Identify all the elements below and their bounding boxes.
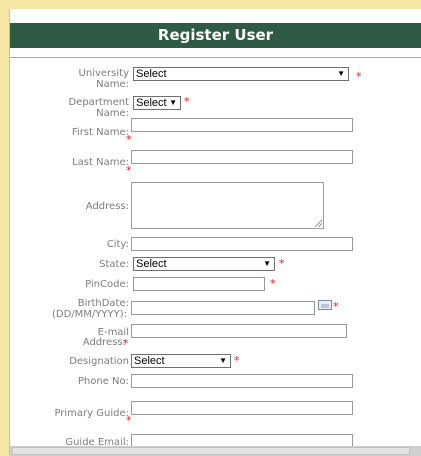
phone-label: Phone No: (77, 376, 129, 387)
last-name-label-wrap: Last Name: (10, 157, 129, 169)
city-label: City: (106, 239, 129, 250)
calendar-icon[interactable] (318, 300, 332, 310)
phone-input[interactable] (131, 374, 353, 388)
scrollbar-thumb[interactable] (12, 447, 410, 455)
resize-grip-icon[interactable] (315, 220, 322, 227)
last-name-input[interactable] (131, 150, 353, 164)
university-label: University Name: (78, 68, 129, 90)
address-textarea[interactable] (131, 182, 324, 229)
university-select-value: Select (136, 68, 167, 80)
required-mark: * (270, 277, 276, 290)
city-input[interactable] (131, 237, 353, 251)
required-mark: * (126, 164, 132, 177)
birthdate-format-label: (DD/MM/YYYY): (52, 309, 127, 320)
pincode-label: PinCode: (85, 279, 129, 290)
designation-label-wrap: Designation (10, 356, 129, 368)
required-mark: * (126, 414, 132, 427)
chevron-down-icon: ▼ (337, 69, 345, 78)
required-mark: * (184, 95, 190, 108)
required-mark: * (123, 337, 129, 350)
required-mark: * (234, 354, 240, 367)
department-select[interactable]: Select ▼ (133, 96, 181, 110)
divider (10, 57, 421, 58)
chevron-down-icon: ▼ (219, 356, 227, 365)
state-select-value: Select (136, 258, 167, 270)
top-strip (10, 9, 421, 23)
register-panel: Register User University Name: Select ▼ … (9, 9, 421, 456)
horizontal-scrollbar[interactable] (10, 446, 421, 456)
first-name-label-wrap: First Name: (10, 127, 129, 139)
pincode-label-wrap: PinCode: (10, 279, 129, 291)
first-name-label: First Name: (71, 127, 129, 138)
state-label-wrap: State: (10, 259, 129, 271)
email-input[interactable] (131, 324, 347, 338)
phone-label-wrap: Phone No: (10, 376, 129, 388)
university-select[interactable]: Select ▼ (133, 67, 349, 81)
chevron-down-icon: ▼ (169, 98, 177, 107)
primary-guide-label-wrap: Primary Guide: (10, 408, 129, 420)
department-select-value: Select (136, 97, 167, 109)
university-label-wrap: University Name: (10, 68, 129, 90)
birthdate-label: BirthDate: (77, 298, 129, 309)
required-mark: * (279, 257, 285, 270)
birthdate-input[interactable] (131, 301, 315, 315)
required-mark: * (356, 70, 362, 83)
primary-guide-input[interactable] (131, 401, 353, 415)
email-label-2: Address: (82, 337, 126, 348)
city-label-wrap: City: (10, 239, 129, 251)
required-mark: * (333, 300, 339, 313)
department-label-wrap: Department Name: (10, 97, 129, 119)
page-title: Register User (157, 26, 274, 44)
email-label-wrap: E-mail Address: (10, 327, 129, 351)
last-name-label: Last Name: (72, 157, 129, 168)
pincode-input[interactable] (133, 277, 265, 291)
designation-label: Designation (69, 356, 129, 367)
designation-select-value: Select (134, 355, 165, 367)
first-name-input[interactable] (131, 118, 353, 132)
state-label: State: (99, 259, 129, 270)
primary-guide-label: Primary Guide: (54, 408, 129, 419)
birthdate-label-wrap: BirthDate: (DD/MM/YYYY): (10, 298, 129, 322)
state-select[interactable]: Select ▼ (133, 257, 275, 271)
department-label: Department Name: (68, 97, 129, 119)
required-mark: * (126, 133, 132, 146)
chevron-down-icon: ▼ (263, 259, 271, 268)
designation-select[interactable]: Select ▼ (131, 354, 231, 368)
title-bar: Register User (10, 23, 421, 48)
address-label-wrap: Address: (10, 201, 129, 213)
address-label: Address: (85, 201, 129, 212)
